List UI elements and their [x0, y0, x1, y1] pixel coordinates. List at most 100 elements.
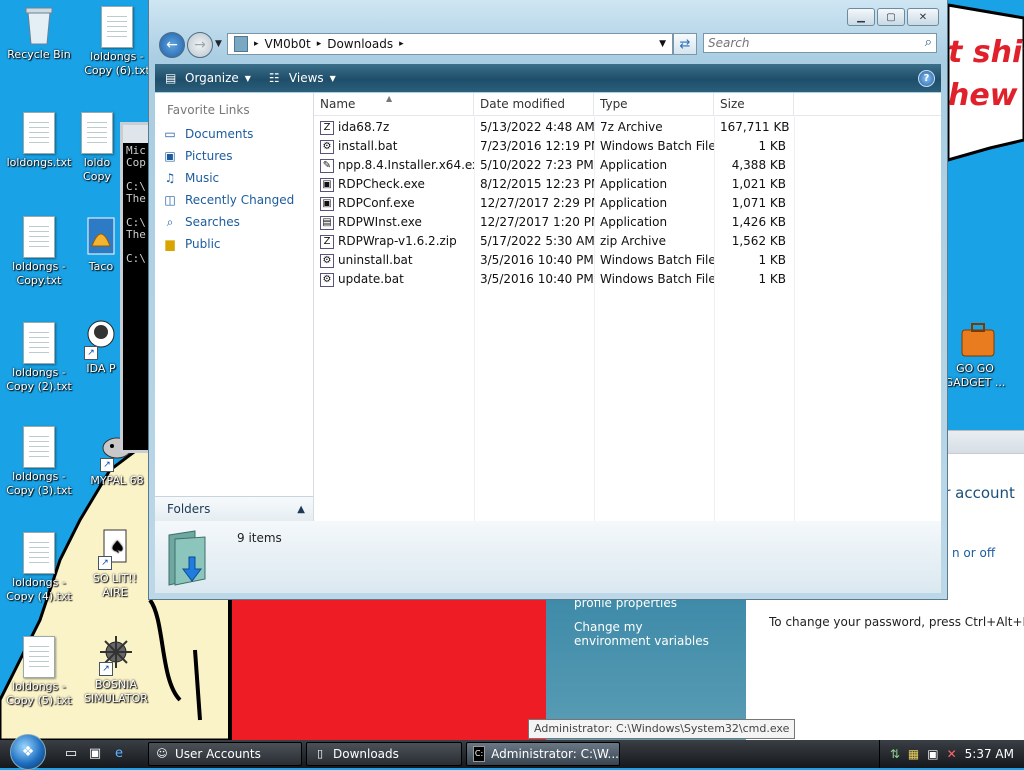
desktop-icon-label: BOSNIA SIMULATOR [84, 678, 148, 705]
breadcrumb-separator[interactable]: ▸ [254, 39, 259, 49]
help-icon: ? [923, 73, 930, 84]
nav-link-music[interactable]: ♫ Music [155, 167, 313, 189]
breadcrumb-separator[interactable]: ▸ [317, 39, 322, 49]
file-name: RDPWrap-v1.6.2.zip [338, 234, 457, 248]
desktop-icon-label: loldongs - Copy (2).txt [6, 366, 72, 393]
desktop-icon-label: loldo Copy [83, 156, 111, 183]
maximize-button[interactable]: ▢ [877, 8, 905, 26]
desktop-icon-txt[interactable]: loldo Copy [72, 112, 122, 184]
nav-link-label: Music [185, 171, 220, 185]
search-input[interactable] [704, 34, 908, 52]
file-row[interactable]: ▤ RDPWInst.exe 12/27/2017 1:20 PM Applicati… [314, 213, 941, 232]
taskbar: ❖ ▭ ▣ e ☺ User Accounts ▯ Downloads C: A… [0, 734, 1024, 770]
folders-toggle[interactable]: Folders ▲ [155, 496, 313, 521]
desktop-icon-txt[interactable]: loldongs.txt [0, 112, 78, 170]
file-size: 1,562 KB [731, 234, 786, 248]
desktop-icon-taco[interactable]: Taco [80, 216, 122, 274]
network-icon[interactable]: ⇅ [890, 747, 900, 761]
wallpaper-text-1: t shit [948, 35, 1024, 70]
desktop-icon-label: loldongs - Copy (4).txt [6, 576, 72, 603]
desktop-icon-bosnia-simulator[interactable]: ↗ BOSNIA SIMULATOR [76, 634, 156, 706]
nav-link-pictures[interactable]: ▣ Pictures [155, 145, 313, 167]
close-button[interactable]: ✕ [907, 8, 939, 26]
desktop-icon-label: IDA P [86, 362, 116, 375]
breadcrumb-separator[interactable]: ▸ [399, 39, 404, 49]
forward-button[interactable]: → [187, 32, 213, 58]
start-button[interactable]: ❖ [10, 734, 46, 770]
desktop-icon-label: loldongs.txt [6, 156, 72, 169]
desktop-icon-label: MYPAL 68 [90, 474, 144, 487]
breadcrumb-downloads[interactable]: Downloads [327, 37, 393, 51]
organize-button[interactable]: ▤ Organize ▼ [165, 71, 251, 85]
address-dropdown[interactable]: ▼ [659, 39, 666, 49]
file-date: 8/12/2015 12:23 PM [480, 177, 594, 191]
switch-windows-icon[interactable]: ▣ [86, 745, 104, 763]
nav-link-searches[interactable]: ⌕ Searches [155, 211, 313, 233]
address-bar[interactable]: ▸ VM0b0t ▸ Downloads ▸ ▼ [227, 33, 673, 55]
nav-link-documents[interactable]: ▭ Documents [155, 123, 313, 145]
file-row[interactable]: ✎ npp.8.4.Installer.x64.exe 5/10/2022 7:23… [314, 156, 941, 175]
file-row[interactable]: ▣ RDPConf.exe 12/27/2017 2:29 PM Applicatio… [314, 194, 941, 213]
playing-cards-icon: ♠ ↗ [98, 528, 132, 570]
show-desktop-icon[interactable]: ▭ [62, 745, 80, 763]
desktop-icon-txt[interactable]: loldongs - Copy.txt [0, 216, 78, 288]
clock[interactable]: 5:37 AM [965, 747, 1014, 761]
archive-icon: Z [320, 120, 334, 135]
minimize-button[interactable]: ▁ [847, 8, 875, 26]
close-icon: ✕ [918, 11, 928, 23]
taskbar-button-cmd[interactable]: C: Administrator: C:\W... [466, 742, 620, 766]
user-accounts-link[interactable]: n or off [952, 546, 1022, 560]
batch-file-icon: ⚙ [320, 272, 334, 287]
desktop-icon-recycle-bin[interactable]: Recycle Bin [0, 4, 78, 62]
search-icon[interactable]: ⌕ [925, 35, 932, 50]
nav-link-recently-changed[interactable]: ◫ Recently Changed [155, 189, 313, 211]
item-count: 9 items [237, 531, 282, 545]
batch-file-icon: ⚙ [320, 253, 334, 268]
command-bar: ▤ Organize ▼ ☷ Views ▼ ? [155, 64, 941, 92]
column-header-name[interactable]: ▲ Name [314, 93, 474, 115]
breadcrumb-vm0b0t[interactable]: VM0b0t [265, 37, 311, 51]
column-label: Date modified [480, 97, 566, 111]
network-status-icon[interactable]: ▣ [927, 747, 938, 761]
search-box[interactable]: ⌕ [703, 33, 937, 53]
desktop-icon-txt[interactable]: loldongs - Copy (3).txt [0, 426, 78, 498]
desktop-icon-txt[interactable]: loldongs - Copy (2).txt [0, 322, 78, 394]
explorer-window[interactable]: ▁ ▢ ✕ ← → ▼ ▸ VM0b0t ▸ Downloads ▸ ▼ ⇄ ⌕… [148, 0, 948, 600]
file-type: Windows Batch File [600, 139, 714, 153]
desktop-icon-txt[interactable]: loldongs - Copy (6).txt [78, 6, 156, 78]
file-row[interactable]: ⚙ update.bat 3/5/2016 10:40 PM Windows Batc… [314, 270, 941, 289]
file-name-cell: ▣ RDPConf.exe [314, 194, 474, 213]
nav-link-public[interactable]: ▆ Public [155, 233, 313, 255]
column-headers: ▲ Name Date modified Type Size [314, 93, 941, 116]
help-button[interactable]: ? [918, 70, 935, 87]
desktop-icon-go-go-gadget[interactable]: GO GO GADGET ... [938, 318, 1012, 390]
arrow-right-icon: → [194, 37, 206, 53]
column-header-type[interactable]: Type [594, 93, 714, 115]
file-row[interactable]: Z RDPWrap-v1.6.2.zip 5/17/2022 5:30 AM zip … [314, 232, 941, 251]
back-button[interactable]: ← [159, 32, 185, 58]
desktop-icon-txt[interactable]: loldongs - Copy (4).txt [0, 532, 78, 604]
file-row[interactable]: ⚙ uninstall.bat 3/5/2016 10:40 PM Windows B… [314, 251, 941, 270]
internet-explorer-icon[interactable]: e [110, 745, 128, 763]
recent-pages-dropdown[interactable]: ▼ [215, 39, 222, 49]
taskbar-button-user-accounts[interactable]: ☺ User Accounts [148, 742, 302, 766]
taskbar-button-downloads[interactable]: ▯ Downloads [306, 742, 462, 766]
nav-link-label: Recently Changed [185, 193, 295, 207]
column-header-size[interactable]: Size [714, 93, 794, 115]
chevron-down-icon: ▼ [329, 73, 336, 83]
desktop-icon-txt[interactable]: loldongs - Copy (5).txt [0, 636, 78, 708]
views-button[interactable]: ☷ Views ▼ [269, 71, 336, 85]
file-date: 3/5/2016 10:40 PM [480, 272, 594, 286]
column-header-date[interactable]: Date modified [474, 93, 594, 115]
desktop-icon-ida[interactable]: ↗ IDA P [80, 318, 122, 376]
volume-muted-icon[interactable]: ✕ [947, 747, 957, 761]
desktop-icon-solitaire[interactable]: ♠ ↗ SO LIT!! AIRE [80, 528, 150, 600]
file-row[interactable]: ⚙ install.bat 7/23/2016 12:19 PM Windows Ba… [314, 137, 941, 156]
chevron-down-icon: ▼ [244, 73, 251, 83]
file-row[interactable]: ▣ RDPCheck.exe 8/12/2015 12:23 PM Applicati… [314, 175, 941, 194]
environment-variables-link[interactable]: Change my environment variables [546, 620, 742, 648]
nav-link-label: Pictures [185, 149, 233, 163]
refresh-button[interactable]: ⇄ [673, 33, 697, 55]
file-row[interactable]: Zida68.7z 5/13/2022 4:48 AM 7z Archive 167,… [314, 118, 941, 137]
windows-update-icon[interactable]: ▦ [908, 747, 919, 761]
